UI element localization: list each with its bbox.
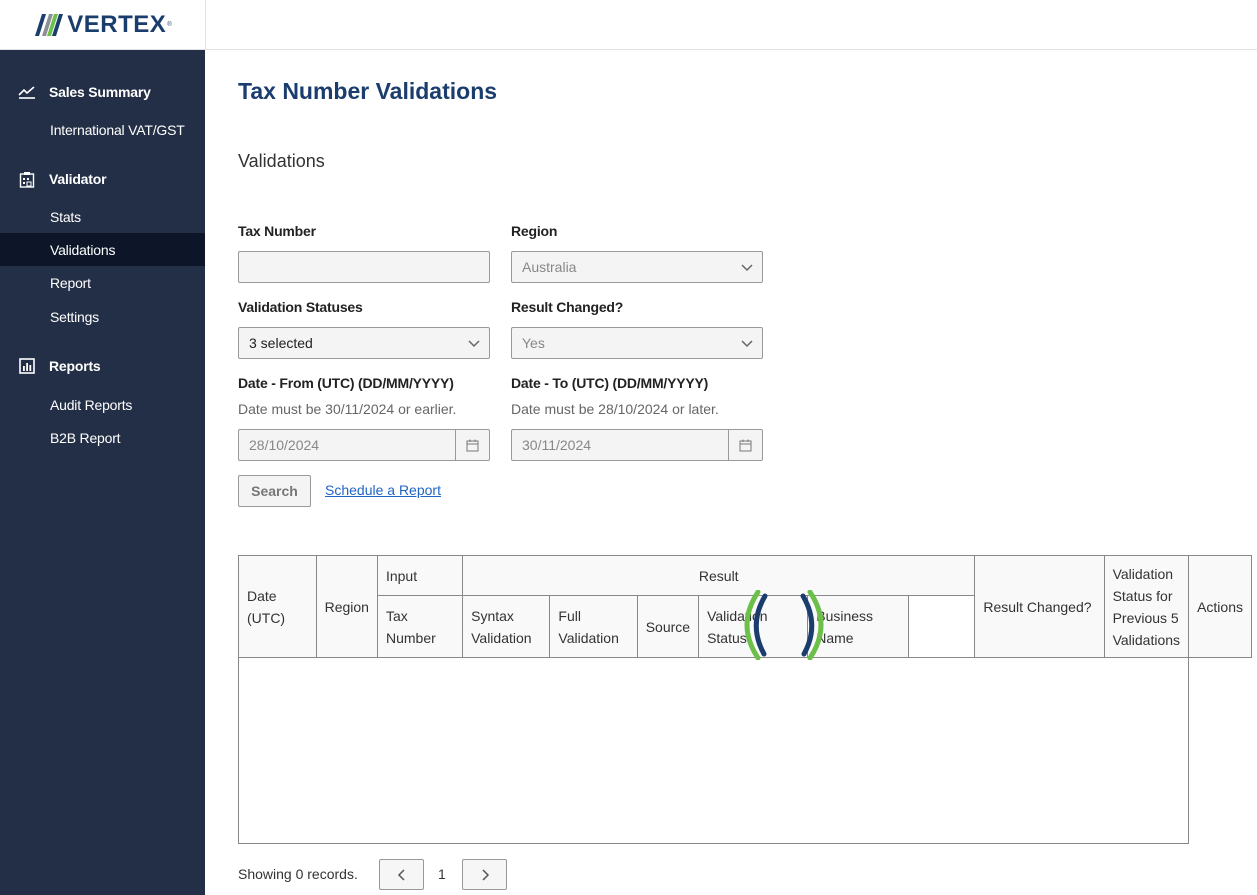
sidebar-group-reports[interactable]: Reports bbox=[0, 349, 205, 383]
column-header-result-changed[interactable]: Result Changed? bbox=[974, 555, 1105, 658]
records-summary: Showing 0 records. bbox=[238, 866, 358, 882]
sidebar-item-audit-reports[interactable]: Audit Reports bbox=[0, 388, 205, 421]
chevron-down-icon bbox=[741, 340, 753, 348]
empty-table-body bbox=[237, 657, 1190, 844]
sidebar-group-label: Validator bbox=[49, 171, 107, 187]
schedule-report-link[interactable]: Schedule a Report bbox=[325, 482, 441, 498]
top-bar: VERTEX ® bbox=[0, 0, 1257, 50]
sidebar-item-label: B2B Report bbox=[50, 429, 121, 446]
column-header-business-name[interactable]: Business Name bbox=[807, 595, 910, 658]
column-header-date[interactable]: Date (UTC) bbox=[238, 555, 317, 658]
sidebar-item-label: Stats bbox=[50, 208, 81, 225]
column-header-validation-status[interactable]: Validation Status bbox=[698, 595, 809, 658]
date-from-input[interactable]: 28/10/2024 bbox=[238, 429, 490, 461]
column-header-source[interactable]: Source bbox=[636, 595, 700, 658]
column-header-syntax-validation[interactable]: Syntax Validation bbox=[462, 595, 551, 658]
tax-number-label: Tax Number bbox=[238, 223, 316, 239]
date-to-input[interactable]: 30/11/2024 bbox=[511, 429, 763, 461]
sidebar-item-label: Settings bbox=[50, 308, 99, 325]
vertex-logo[interactable]: VERTEX ® bbox=[0, 0, 206, 50]
date-from-hint: Date must be 30/11/2024 or earlier. bbox=[238, 401, 457, 417]
chevron-down-icon bbox=[741, 264, 753, 272]
sidebar-item-validations[interactable]: Validations bbox=[0, 233, 205, 266]
result-changed-label: Result Changed? bbox=[511, 299, 624, 315]
date-to-label: Date - To (UTC) (DD/MM/YYYY) bbox=[511, 375, 709, 391]
sidebar-item-b2b-report[interactable]: B2B Report bbox=[0, 421, 205, 454]
result-changed-select[interactable]: Yes bbox=[511, 327, 763, 359]
bar-chart-icon bbox=[18, 357, 36, 375]
column-header-full-validation[interactable]: Full Validation bbox=[549, 595, 638, 658]
calendar-icon bbox=[466, 439, 479, 451]
region-label: Region bbox=[511, 223, 558, 239]
calendar-button[interactable] bbox=[455, 430, 489, 460]
chevron-down-icon bbox=[468, 340, 480, 348]
chevron-left-icon bbox=[397, 868, 405, 881]
column-group-result: Result bbox=[462, 555, 976, 596]
region-value: Australia bbox=[522, 259, 577, 275]
result-changed-value: Yes bbox=[522, 335, 545, 351]
column-header-region[interactable]: Region bbox=[315, 555, 378, 658]
date-to-value: 30/11/2024 bbox=[522, 437, 592, 453]
calendar-button[interactable] bbox=[728, 430, 762, 460]
tax-number-input[interactable] bbox=[238, 251, 490, 283]
previous-page-button[interactable] bbox=[379, 859, 424, 890]
date-from-label: Date - From (UTC) (DD/MM/YYYY) bbox=[238, 375, 454, 391]
validation-statuses-select[interactable]: 3 selected bbox=[238, 327, 490, 359]
column-header-previous-5[interactable]: Validation Status for Previous 5 Validat… bbox=[1103, 555, 1190, 658]
validation-statuses-label: Validation Statuses bbox=[238, 299, 363, 315]
clipboard-building-icon bbox=[18, 170, 36, 188]
sidebar-item-stats[interactable]: Stats bbox=[0, 200, 205, 233]
sidebar-item-report[interactable]: Report bbox=[0, 266, 205, 299]
sidebar-item-settings[interactable]: Settings bbox=[0, 300, 205, 333]
sidebar-item-label: Report bbox=[50, 274, 91, 291]
trend-chart-icon bbox=[18, 83, 36, 101]
validation-statuses-value: 3 selected bbox=[249, 335, 313, 351]
vertex-logo-mark-icon bbox=[35, 14, 64, 36]
sidebar-group-validator[interactable]: Validator bbox=[0, 162, 205, 196]
next-page-button[interactable] bbox=[462, 859, 507, 890]
sidebar-item-label: Validations bbox=[50, 241, 116, 258]
chevron-right-icon bbox=[481, 868, 489, 881]
current-page: 1 bbox=[438, 866, 446, 882]
sidebar-item-label: Audit Reports bbox=[50, 396, 133, 413]
registered-mark: ® bbox=[167, 22, 172, 28]
date-from-value: 28/10/2024 bbox=[249, 437, 320, 453]
sidebar-group-label: Reports bbox=[49, 358, 101, 374]
sidebar: Sales Summary International VAT/GST Vali… bbox=[0, 50, 205, 895]
logo-text: VERTEX bbox=[67, 11, 167, 38]
region-select[interactable]: Australia bbox=[511, 251, 763, 283]
sidebar-group-label: Sales Summary bbox=[49, 84, 151, 100]
section-title: Validations bbox=[238, 151, 325, 171]
results-table: Date (UTC) Region Input Result Result Ch… bbox=[237, 555, 1252, 844]
column-group-input: Input bbox=[376, 555, 464, 596]
page-title: Tax Number Validations bbox=[238, 78, 498, 104]
sidebar-item-international-vat-gst[interactable]: International VAT/GST bbox=[0, 113, 205, 146]
column-header-tax-number[interactable]: Tax Number bbox=[376, 595, 464, 658]
sidebar-group-sales-summary[interactable]: Sales Summary bbox=[0, 75, 205, 109]
date-to-hint: Date must be 28/10/2024 or later. bbox=[511, 401, 719, 417]
search-button[interactable]: Search bbox=[238, 475, 311, 507]
calendar-icon bbox=[739, 439, 752, 451]
sidebar-item-label: International VAT/GST bbox=[50, 121, 185, 138]
column-header-actions: Actions bbox=[1188, 555, 1252, 658]
